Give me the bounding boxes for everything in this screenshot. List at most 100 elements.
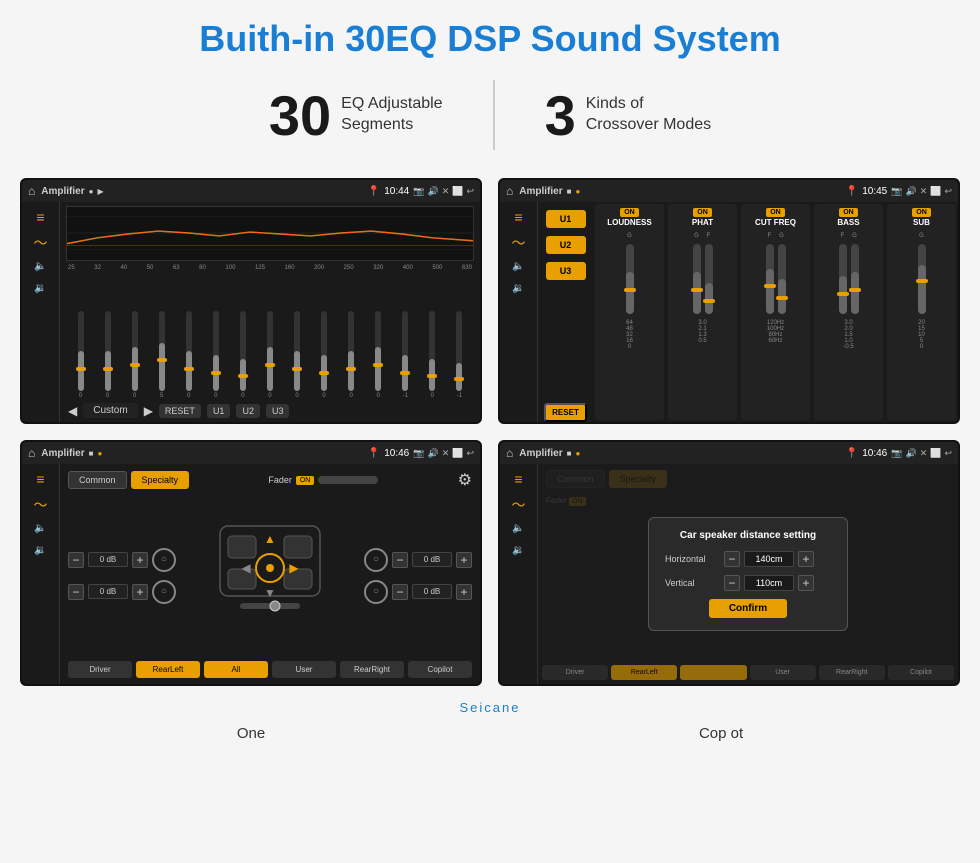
sub-on[interactable]: ON — [912, 208, 931, 217]
db4-minus[interactable]: − — [392, 584, 408, 600]
eq-slider-6[interactable]: 0 — [203, 311, 228, 399]
speaker-icon[interactable]: 🔈 — [34, 262, 46, 272]
dialog-wave-icon[interactable]: 〜 — [512, 498, 526, 512]
db2-minus[interactable]: − — [68, 584, 84, 600]
eq-slider-8[interactable]: 0 — [257, 311, 282, 399]
speaker-home-icon[interactable]: ⌂ — [28, 446, 35, 460]
dialog-record-icon: ■ — [567, 449, 572, 458]
dialog-home-icon[interactable]: ⌂ — [506, 446, 513, 460]
close-icon[interactable]: ✕ — [442, 186, 450, 197]
dialog-vol-icon[interactable]: 🔉 — [512, 546, 524, 556]
speaker-spk-icon[interactable]: 🔈 — [34, 524, 46, 534]
confirm-button[interactable]: Confirm — [709, 599, 787, 618]
db3-plus[interactable]: + — [456, 552, 472, 568]
eq-slider-14[interactable]: 0 — [420, 311, 445, 399]
all-button[interactable]: All — [204, 661, 268, 678]
eq-custom-label: Custom — [83, 403, 137, 418]
db1-minus[interactable]: − — [68, 552, 84, 568]
speaker-vol-icon[interactable]: 🔉 — [34, 546, 46, 556]
rearright-button[interactable]: RearRight — [340, 661, 404, 678]
crossover-menu-icon[interactable]: ≡ — [514, 210, 522, 224]
crossover-reset-button[interactable]: RESET — [544, 403, 587, 422]
settings-icon[interactable]: ⚙ — [458, 470, 472, 490]
crossover-u3-button[interactable]: U3 — [546, 262, 586, 280]
bass-on[interactable]: ON — [839, 208, 858, 217]
vertical-plus[interactable]: + — [798, 575, 814, 591]
home-icon[interactable]: ⌂ — [28, 184, 35, 198]
eq-menu-icon[interactable]: ≡ — [36, 210, 44, 224]
eq-u1-button[interactable]: U1 — [207, 404, 231, 418]
copilot-button[interactable]: Copilot — [408, 661, 472, 678]
vertical-row: Vertical − 110cm + — [665, 575, 831, 591]
crossover-wave-icon[interactable]: 〜 — [512, 236, 526, 250]
dialog-menu-icon[interactable]: ≡ — [514, 472, 522, 486]
crossover-back-icon[interactable]: ↩ — [944, 186, 952, 197]
loudness-on[interactable]: ON — [620, 208, 639, 217]
location-icon: 📍 — [368, 186, 380, 197]
specialty-tab[interactable]: Specialty — [131, 471, 190, 489]
eq-slider-7[interactable]: 0 — [230, 311, 255, 399]
dialog-volume-icon: 🔊 — [905, 448, 916, 459]
user-button[interactable]: User — [272, 661, 336, 678]
crossover-u1-button[interactable]: U1 — [546, 210, 586, 228]
crossover-u2-button[interactable]: U2 — [546, 236, 586, 254]
db1-plus[interactable]: + — [132, 552, 148, 568]
db4-plus[interactable]: + — [456, 584, 472, 600]
eq-slider-15[interactable]: -1 — [447, 311, 472, 399]
crossover-speaker-icon[interactable]: 🔈 — [512, 262, 524, 272]
stat-eq-desc: EQ AdjustableSegments — [341, 94, 442, 136]
eq-next-arrow[interactable]: ▶ — [144, 404, 153, 418]
crossover-vol-icon[interactable]: 🔉 — [512, 284, 524, 294]
eq-slider-11[interactable]: 0 — [339, 311, 364, 399]
horizontal-plus[interactable]: + — [798, 551, 814, 567]
driver-button[interactable]: Driver — [68, 661, 132, 678]
speaker-window-icon[interactable]: ⬜ — [452, 448, 463, 459]
camera-icon: 📷 — [413, 186, 424, 197]
dialog-window-icon[interactable]: ⬜ — [930, 448, 941, 459]
eq-screen: ⌂ Amplifier ● ▶ 📍 10:44 📷 🔊 ✕ ⬜ ↩ ≡ 〜 🔈 … — [20, 178, 482, 424]
db2-plus[interactable]: + — [132, 584, 148, 600]
loudness-title: LOUDNESS — [607, 218, 651, 227]
eq-reset-button[interactable]: RESET — [159, 404, 201, 418]
vertical-minus[interactable]: − — [724, 575, 740, 591]
wave-icon[interactable]: 〜 — [34, 236, 48, 250]
crossover-window-icon[interactable]: ⬜ — [930, 186, 941, 197]
crossover-close-icon[interactable]: ✕ — [920, 186, 928, 197]
speaker-menu-icon[interactable]: ≡ — [36, 472, 44, 486]
db3-minus[interactable]: − — [392, 552, 408, 568]
dialog-back-icon[interactable]: ↩ — [944, 448, 952, 459]
eq-slider-4[interactable]: 5 — [149, 311, 174, 399]
eq-sidebar: ≡ 〜 🔈 🔉 — [22, 202, 60, 422]
eq-slider-1[interactable]: 0 — [68, 311, 93, 399]
eq-prev-arrow[interactable]: ◀ — [68, 404, 77, 418]
eq-u2-button[interactable]: U2 — [236, 404, 260, 418]
speaker-back-icon[interactable]: ↩ — [466, 448, 474, 459]
dialog-close-icon[interactable]: ✕ — [920, 448, 928, 459]
crossover-topbar-icons: 📷 🔊 ✕ ⬜ ↩ — [891, 186, 952, 197]
eq-slider-12[interactable]: 0 — [366, 311, 391, 399]
speaker-wave-icon[interactable]: 〜 — [34, 498, 48, 512]
eq-slider-9[interactable]: 0 — [285, 311, 310, 399]
fader-track[interactable] — [318, 476, 378, 484]
dialog-spk-icon[interactable]: 🔈 — [512, 524, 524, 534]
phat-on[interactable]: ON — [693, 208, 712, 217]
horizontal-minus[interactable]: − — [724, 551, 740, 567]
eq-slider-10[interactable]: 0 — [312, 311, 337, 399]
cutfreq-on[interactable]: ON — [766, 208, 785, 217]
eq-slider-5[interactable]: 0 — [176, 311, 201, 399]
volume-down-icon[interactable]: 🔉 — [34, 284, 46, 294]
eq-u3-button[interactable]: U3 — [266, 404, 290, 418]
rearleft-button[interactable]: RearLeft — [136, 661, 200, 678]
speaker-close-icon[interactable]: ✕ — [442, 448, 450, 459]
eq-slider-3[interactable]: 0 — [122, 311, 147, 399]
crossover-home-icon[interactable]: ⌂ — [506, 184, 513, 198]
common-tab[interactable]: Common — [68, 471, 127, 489]
eq-slider-2[interactable]: 0 — [95, 311, 120, 399]
eq-bottom-controls: ◀ Custom ▶ RESET U1 U2 U3 — [66, 403, 474, 418]
window-icon[interactable]: ⬜ — [452, 186, 463, 197]
eq-slider-13[interactable]: -1 — [393, 311, 418, 399]
fader-on-badge[interactable]: ON — [296, 476, 315, 485]
stat-crossover-number: 3 — [545, 83, 576, 148]
back-icon[interactable]: ↩ — [466, 186, 474, 197]
dialog-time: 10:46 — [862, 448, 887, 459]
